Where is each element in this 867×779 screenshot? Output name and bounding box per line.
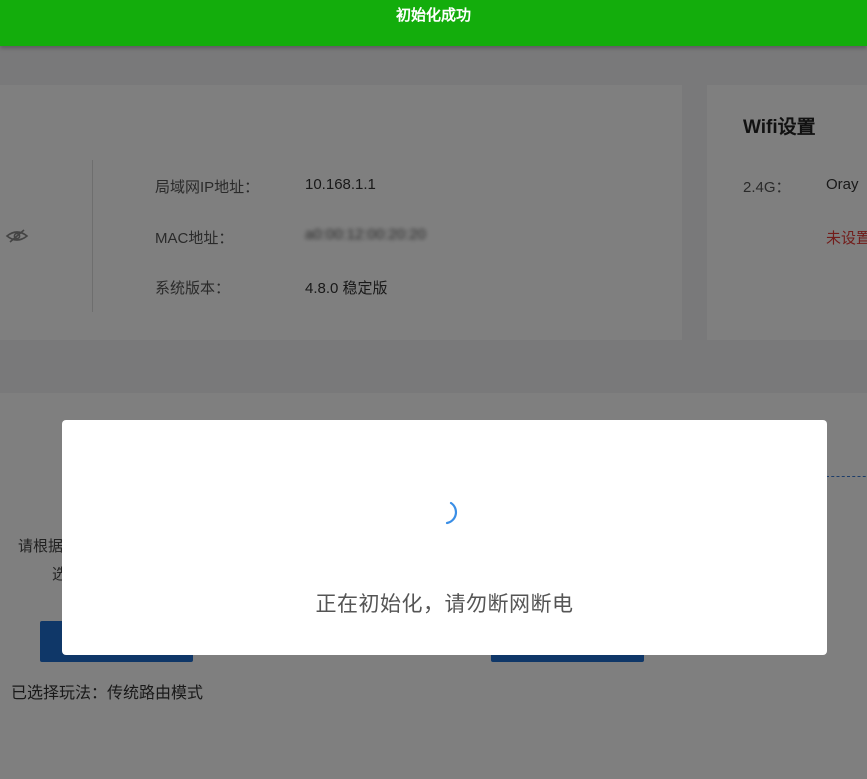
loading-spinner-icon — [445, 501, 458, 525]
initializing-message: 正在初始化，请勿断网断电 — [315, 593, 574, 616]
success-toast-message: 初始化成功 — [395, 7, 471, 24]
modal-overlay — [0, 0, 867, 779]
success-toast: 初始化成功 — [0, 0, 867, 46]
initializing-dialog: 正在初始化，请勿断网断电 — [62, 420, 827, 655]
